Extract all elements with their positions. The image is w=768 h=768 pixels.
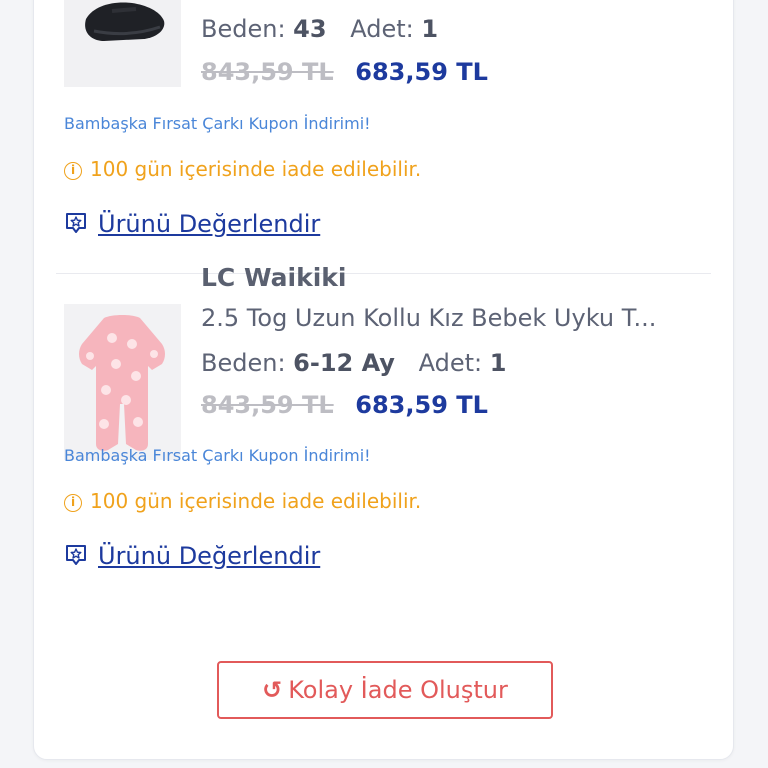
old-price: 843,59 TL [201, 391, 334, 419]
quantity-value: 1 [421, 15, 439, 43]
order-items-card: Beden: 43 Adet: 1 843,59 TL 683,59 TL Ba… [33, 0, 734, 760]
product-meta: Beden: 43 Adet: 1 [201, 15, 438, 43]
return-notice: i 100 gün içerisinde iade edilebilir. [64, 489, 421, 513]
black-sneaker-image [64, 0, 181, 87]
star-review-icon [66, 213, 86, 233]
return-notice-text: 100 gün içerisinde iade edilebilir. [90, 489, 422, 513]
product-thumbnail[interactable] [64, 304, 181, 460]
discounted-price: 683,59 TL [355, 391, 488, 419]
undo-icon: ↺ [262, 676, 283, 704]
size-label: Beden: [201, 15, 286, 43]
info-icon: i [64, 162, 82, 180]
easy-return-button[interactable]: ↺ Kolay İade Oluştur [217, 661, 553, 719]
discounted-price: 683,59 TL [355, 58, 488, 86]
size-value: 6-12 Ay [293, 349, 395, 377]
size-value: 43 [293, 15, 327, 43]
return-notice-text: 100 gün içerisinde iade edilebilir. [90, 157, 422, 181]
product-info: LC Waikiki 2.5 Tog Uzun Kollu Kız Bebek … [201, 263, 711, 419]
product-thumbnail[interactable] [64, 0, 181, 87]
quantity-value: 1 [489, 349, 507, 377]
info-icon: i [64, 494, 82, 512]
star-review-icon [66, 545, 86, 565]
price-row: 843,59 TL 683,59 TL [201, 58, 488, 86]
price-row: 843,59 TL 683,59 TL [201, 391, 488, 419]
review-product-link[interactable]: Ürünü Değerlendir [64, 542, 320, 570]
product-brand: LC Waikiki [201, 263, 347, 292]
review-product-link[interactable]: Ürünü Değerlendir [64, 210, 320, 238]
review-link-text: Ürünü Değerlendir [98, 542, 321, 570]
pink-baby-sleepsuit-image [64, 304, 181, 460]
product-meta: Beden: 6-12 Ay Adet: 1 [201, 349, 506, 377]
old-price: 843,59 TL [201, 58, 334, 86]
coupon-notice: Bambaşka Fırsat Çarkı Kupon İndirimi! [64, 446, 371, 465]
quantity-label: Adet: [418, 349, 483, 377]
quantity-label: Adet: [350, 15, 414, 43]
easy-return-label: Kolay İade Oluştur [288, 676, 508, 704]
size-label: Beden: [201, 349, 286, 377]
coupon-notice: Bambaşka Fırsat Çarkı Kupon İndirimi! [64, 114, 371, 133]
review-link-text: Ürünü Değerlendir [98, 210, 321, 238]
product-title[interactable]: 2.5 Tog Uzun Kollu Kız Bebek Uyku T... [201, 304, 701, 332]
return-notice: i 100 gün içerisinde iade edilebilir. [64, 157, 421, 181]
